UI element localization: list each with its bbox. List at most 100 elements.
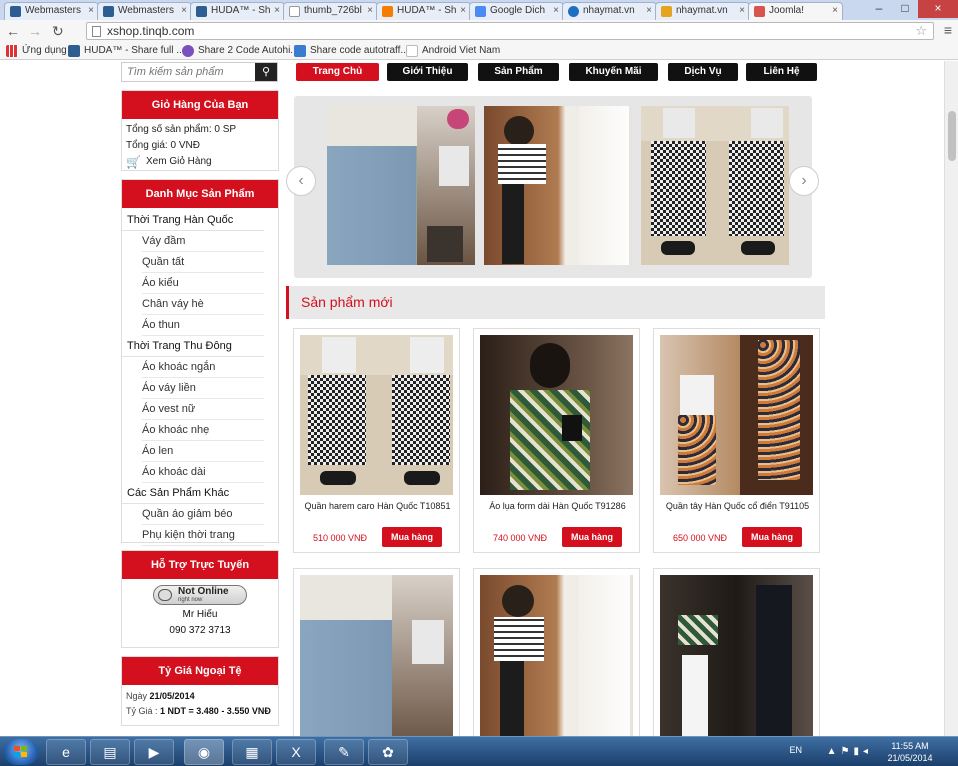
close-tab-icon[interactable]: ×	[739, 3, 745, 19]
nav-contact[interactable]: Liên Hệ	[746, 63, 817, 81]
view-cart-link[interactable]: 🛒 Xem Giỏ Hàng	[122, 154, 278, 170]
nav-products[interactable]: Sản Phẩm	[478, 63, 559, 81]
product-card[interactable]: Quần harem caro Hàn Quốc T10851 510 000 …	[293, 328, 460, 553]
category-item[interactable]: Chân váy hè	[142, 294, 264, 315]
bookmark-apps[interactable]: Ứng dụng	[6, 44, 67, 58]
chat-status-button[interactable]: Not Online right now	[153, 585, 247, 605]
browser-tab[interactable]: HUDA™ - Sh ×	[190, 2, 285, 20]
product-card[interactable]	[653, 568, 820, 736]
bookmark-star-icon[interactable]: ☆	[915, 23, 927, 39]
media-taskbar-icon[interactable]: ▶	[134, 739, 174, 765]
close-tab-icon[interactable]: ×	[832, 3, 838, 19]
nav-services[interactable]: Dịch Vụ	[668, 63, 738, 81]
category-item[interactable]: Áo vest nữ	[142, 399, 264, 420]
category-group[interactable]: Các Sản Phẩm Khác	[122, 483, 264, 504]
close-tab-icon[interactable]: ×	[88, 3, 94, 19]
app-taskbar-icon[interactable]: ▦	[232, 739, 272, 765]
search-input[interactable]	[122, 63, 255, 81]
buy-button[interactable]: Mua hàng	[382, 527, 442, 547]
window-close-icon[interactable]: ×	[918, 0, 958, 18]
language-indicator[interactable]: EN	[789, 745, 802, 755]
category-item[interactable]: Áo khoác dài	[142, 462, 264, 483]
tool-taskbar-icon[interactable]: ✎	[324, 739, 364, 765]
slider-next-button[interactable]: ›	[789, 166, 819, 196]
page-scrollbar[interactable]	[944, 61, 958, 736]
nav-promotions[interactable]: Khuyến Mãi	[569, 63, 658, 81]
reload-icon[interactable]: ↻	[52, 22, 64, 40]
category-item[interactable]: Áo len	[142, 441, 264, 462]
browser-tab[interactable]: HUDA™ - Sh ×	[376, 2, 471, 20]
start-button[interactable]	[4, 739, 38, 765]
maximize-icon[interactable]: □	[892, 0, 918, 18]
product-card[interactable]: Quần tây Hàn Quốc cổ điển T91105 650 000…	[653, 328, 820, 553]
cart-panel: Giỏ Hàng Của Bạn Tổng số sản phẩm: 0 SP …	[121, 90, 279, 171]
category-item[interactable]: Quần áo giảm béo	[142, 504, 264, 525]
browser-tab[interactable]: Webmasters ×	[4, 2, 99, 20]
product-name[interactable]: Quần tây Hàn Quốc cổ điển T91105	[654, 501, 821, 511]
bookmark-item[interactable]: HUDA™ - Share full ...	[68, 44, 185, 58]
product-card[interactable]	[293, 568, 460, 736]
browser-tab[interactable]: Google Dich ×	[469, 2, 564, 20]
close-tab-icon[interactable]: ×	[646, 3, 652, 19]
slide-image[interactable]	[484, 106, 632, 265]
product-name[interactable]: Quần harem caro Hàn Quốc T10851	[294, 501, 461, 511]
product-card[interactable]: Áo lụa form dài Hàn Quốc T91286 740 000 …	[473, 328, 640, 553]
bookmark-item[interactable]: Share code autotraff...	[294, 44, 409, 58]
product-image[interactable]	[660, 335, 813, 495]
tab-title: nhaymat.vn	[583, 5, 635, 16]
buy-button[interactable]: Mua hàng	[562, 527, 622, 547]
buy-button[interactable]: Mua hàng	[742, 527, 802, 547]
section-title: Sản phẩm mới	[301, 294, 393, 310]
category-item[interactable]: Áo thun	[142, 315, 264, 336]
browser-tab[interactable]: nhaymat.vn ×	[655, 2, 750, 20]
scrollbar-thumb[interactable]	[948, 111, 956, 161]
slider-prev-button[interactable]: ‹	[286, 166, 316, 196]
back-arrow-icon[interactable]: ←	[6, 22, 20, 40]
support-name: Mr Hiếu	[182, 609, 218, 620]
close-tab-icon[interactable]: ×	[367, 3, 373, 19]
category-item[interactable]: Phụ kiện thời trang	[142, 525, 264, 546]
category-item[interactable]: Quần tất	[142, 252, 264, 273]
close-tab-icon[interactable]: ×	[274, 3, 280, 19]
category-item[interactable]: Áo khoác ngắn	[142, 357, 264, 378]
product-image[interactable]	[660, 575, 813, 736]
browser-tab-active[interactable]: Joomla! ×	[748, 2, 843, 20]
product-image[interactable]	[480, 335, 633, 495]
browser-tab[interactable]: thumb_726bl ×	[283, 2, 378, 20]
chrome-taskbar-icon[interactable]: ◉	[184, 739, 224, 765]
close-tab-icon[interactable]: ×	[553, 3, 559, 19]
category-item[interactable]: Áo khoác nhẹ	[142, 420, 264, 441]
product-image[interactable]	[480, 575, 633, 736]
clock[interactable]: 11:55 AM 21/05/2014	[880, 740, 940, 764]
product-card[interactable]	[473, 568, 640, 736]
bookmark-item[interactable]: Share 2 Code Autohi...	[182, 44, 299, 58]
category-item[interactable]: Áo kiểu	[142, 273, 264, 294]
category-item[interactable]: Áo váy liền	[142, 378, 264, 399]
browser-menu-icon[interactable]: ≡	[944, 22, 952, 38]
paint-taskbar-icon[interactable]: ✿	[368, 739, 408, 765]
product-name[interactable]: Áo lụa form dài Hàn Quốc T91286	[474, 501, 641, 511]
bookmark-item[interactable]: Android Viet Nam	[406, 44, 500, 58]
category-item[interactable]: Váy đầm	[142, 231, 264, 252]
close-tab-icon[interactable]: ×	[181, 3, 187, 19]
url-input[interactable]: xshop.tinqb.com ☆	[86, 22, 934, 40]
close-tab-icon[interactable]: ×	[460, 3, 466, 19]
ie-taskbar-icon[interactable]: e	[46, 739, 86, 765]
slide-image[interactable]	[641, 106, 789, 265]
minimize-icon[interactable]: –	[866, 0, 892, 18]
category-group[interactable]: Thời Trang Thu Đông	[122, 336, 264, 357]
forward-arrow-icon[interactable]: →	[28, 22, 42, 40]
product-image[interactable]	[300, 335, 453, 495]
nav-home[interactable]: Trang Chủ	[296, 63, 379, 81]
excel-taskbar-icon[interactable]: X	[276, 739, 316, 765]
explorer-taskbar-icon[interactable]: ▤	[90, 739, 130, 765]
browser-tab[interactable]: nhaymat.vn ×	[562, 2, 657, 20]
product-image[interactable]	[300, 575, 453, 736]
page-icon	[406, 45, 418, 57]
category-group[interactable]: Thời Trang Hàn Quốc	[122, 210, 264, 231]
search-button[interactable]: ⚲	[255, 63, 277, 81]
browser-tab[interactable]: Webmasters ×	[97, 2, 192, 20]
tray-icons[interactable]: ▲⚑▮◂	[827, 746, 872, 757]
nav-about[interactable]: Giới Thiệu	[387, 63, 468, 81]
slide-image[interactable]	[327, 106, 475, 265]
